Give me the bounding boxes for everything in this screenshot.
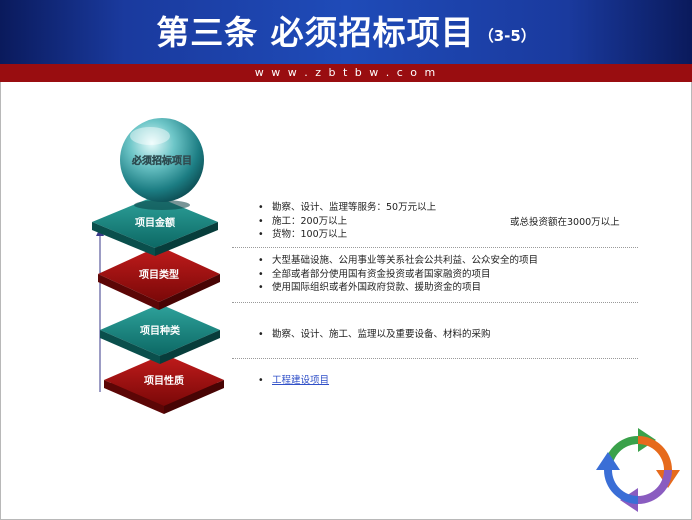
sphere-label: 必须招标项目 [131,154,192,167]
kind-list: 勘察、设计、施工、监理以及重要设备、材料的采购 [258,328,491,342]
block-label: 项目种类 [140,324,180,337]
type-list: 大型基础设施、公用事业等关系社会公共利益、公众安全的项目 全部或者部分使用国有资… [258,254,538,295]
list-item: 勘察、设计、施工、监理以及重要设备、材料的采购 [258,328,491,342]
block-label: 项目金额 [135,216,175,229]
recycle-arrows-icon [596,428,680,512]
row-divider [232,302,638,303]
project-link[interactable]: 工程建设项目 [272,375,329,386]
amount-aside: 或总投资额在3000万以上 [510,217,620,228]
list-item: 勘察、设计、监理等服务：50万元以上 [258,201,436,215]
slide: 第三条 必须招标项目 （3-5） w w w . z b t b w . c o … [0,0,692,520]
list-item: 全部或者部分使用国有资金投资或者国家融资的项目 [258,268,538,282]
amount-list: 勘察、设计、监理等服务：50万元以上 施工：200万以上 货物：100万以上 [258,201,436,242]
list-item: 大型基础设施、公用事业等关系社会公共利益、公众安全的项目 [258,254,538,268]
sphere-highlight [130,127,170,145]
block-label: 项目类型 [139,268,179,281]
block-project-nature: 项目性质 [104,354,224,414]
list-item: 施工：200万以上 [258,215,436,229]
row-divider [232,247,638,248]
list-item: 使用国际组织或者外国政府贷款、援助资金的项目 [258,281,538,295]
block-label: 项目性质 [144,374,184,387]
list-item: 工程建设项目 [258,374,329,388]
row-divider [232,358,638,359]
block-project-kind: 项目种类 [100,304,220,364]
block-project-type: 项目类型 [98,246,220,310]
list-item: 货物：100万以上 [258,228,436,242]
nature-list: 工程建设项目 [258,374,329,388]
